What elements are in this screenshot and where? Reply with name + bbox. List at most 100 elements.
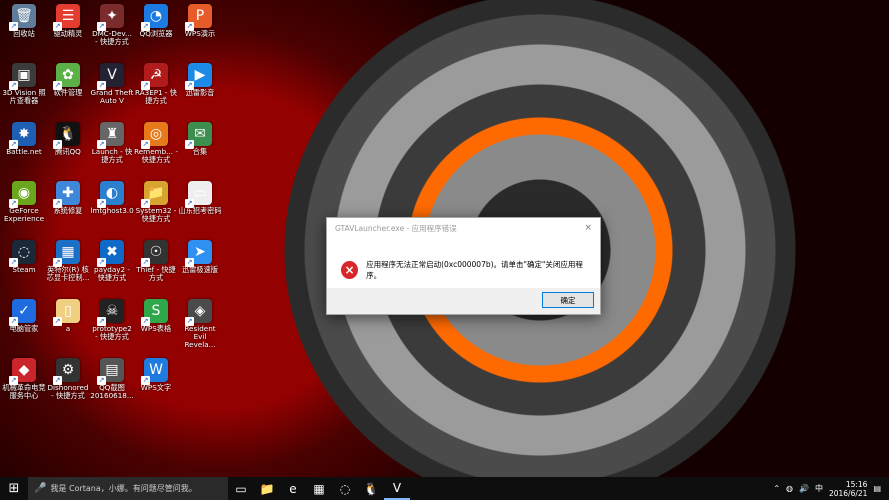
shortcut-arrow-icon: ↗	[97, 376, 106, 385]
app-icon: ◆ ↗	[9, 358, 36, 385]
desktop-icon-label: payday2 - 快捷方式	[94, 265, 130, 282]
app-icon: ⚙ ↗	[53, 358, 80, 385]
app-icon: ◔ ↗	[141, 4, 168, 31]
cortana-search-box[interactable]: 🎤 我是 Cortana，小娜。有问题尽管问我。	[28, 477, 228, 500]
app-icon: ▭ ↗	[185, 181, 212, 208]
desktop-icon[interactable]: ✓ ↗ 电脑管家	[2, 299, 46, 333]
app-icon: ✸ ↗	[9, 122, 36, 149]
edge-browser-icon[interactable]: e	[280, 477, 306, 500]
desktop-icon[interactable]: ▦ ↗ 英特尔(R) 核芯显卡控制...	[46, 240, 90, 282]
network-icon[interactable]: ◍	[786, 484, 793, 493]
desktop-icon-label: 软件管理	[53, 88, 83, 97]
dialog-message: 应用程序无法正常启动(0xc000007b)。请单击"确定"关闭应用程序。	[366, 260, 583, 280]
error-icon: ×	[341, 261, 359, 279]
file-explorer-icon[interactable]: 📁	[254, 477, 280, 500]
tray-chevron-icon[interactable]: ⌃	[773, 484, 780, 493]
shortcut-arrow-icon: ↗	[185, 22, 194, 31]
desktop-icon-label: 驱动精灵	[53, 29, 83, 38]
start-button[interactable]: ⊞	[0, 477, 28, 500]
desktop-icon[interactable]: ◎ ↗ Rememb... - 快捷方式	[134, 122, 178, 164]
desktop-icon[interactable]: ◌ ↗ Steam	[2, 240, 46, 274]
steam-icon[interactable]: ◌	[332, 477, 358, 500]
desktop-icon[interactable]: ☰ ↗ 驱动精灵	[46, 4, 90, 38]
app-icon: V ↗	[97, 63, 124, 90]
app-icon: ☠ ↗	[97, 299, 124, 326]
shortcut-arrow-icon: ↗	[97, 258, 106, 267]
desktop-icon[interactable]: ✖ ↗ payday2 - 快捷方式	[90, 240, 134, 282]
notification-icon[interactable]: ▤	[873, 484, 881, 493]
app-icon: W ↗	[141, 358, 168, 385]
shortcut-arrow-icon: ↗	[9, 81, 18, 90]
desktop-icon-label: 回收站	[13, 29, 35, 38]
app-icon: S ↗	[141, 299, 168, 326]
desktop-icon[interactable]: ✿ ↗ 软件管理	[46, 63, 90, 97]
desktop-icon[interactable]: 📁 ↗ System32 - 快捷方式	[134, 181, 178, 223]
dialog-title: GTAVLauncher.exe - 应用程序错误	[335, 223, 457, 233]
desktop-icon[interactable]: ▣ ↗ 3D Vision 照片查看器	[2, 63, 46, 105]
desktop-icon[interactable]: ⚙ ↗ Dishonored - 快捷方式	[46, 358, 90, 400]
desktop-icon[interactable]: W ↗ WPS文字	[134, 358, 178, 392]
clock[interactable]: 15:16 2016/6/21	[829, 480, 867, 498]
volume-icon[interactable]: 🔊	[799, 484, 809, 493]
gta-icon[interactable]: V	[384, 477, 410, 500]
desktop-icon[interactable]: ◆ ↗ 机械革命电竞服务中心	[2, 358, 46, 400]
app-icon: ✦ ↗	[97, 4, 124, 31]
desktop-icon[interactable]: ▯ ↗ a	[46, 299, 90, 333]
desktop-icon-label: RA3EP1 - 快捷方式	[135, 88, 177, 105]
qq-icon[interactable]: 🐧	[358, 477, 384, 500]
app-icon: ▤ ↗	[97, 358, 124, 385]
app-icon: ✉ ↗	[185, 122, 212, 149]
desktop-icon[interactable]: ✉ ↗ 合集	[178, 122, 222, 156]
desktop-icon[interactable]: ✦ ↗ DMC-Dev... - 快捷方式	[90, 4, 134, 46]
desktop-icon[interactable]: V ↗ Grand Theft Auto V	[90, 63, 134, 105]
desktop-icon[interactable]: P ↗ WPS演示	[178, 4, 222, 38]
app-icon: ✿ ↗	[53, 63, 80, 90]
shortcut-arrow-icon: ↗	[9, 22, 18, 31]
desktop-icon[interactable]: ▶ ↗ 迅雷影音	[178, 63, 222, 97]
app-icon-1[interactable]: ▦	[306, 477, 332, 500]
desktop-icon[interactable]: ➤ ↗ 迅雷极速版	[178, 240, 222, 274]
clock-date: 2016/6/21	[828, 488, 868, 498]
shortcut-arrow-icon: ↗	[97, 81, 106, 90]
shortcut-arrow-icon: ↗	[185, 199, 194, 208]
desktop-icon[interactable]: ◉ ↗ GeForce Experience	[2, 181, 46, 223]
ok-button[interactable]: 确定	[542, 292, 594, 308]
desktop-icon[interactable]: ☭ ↗ RA3EP1 - 快捷方式	[134, 63, 178, 105]
shortcut-arrow-icon: ↗	[141, 140, 150, 149]
desktop-icon-label: WPS文字	[140, 383, 172, 392]
desktop-icon-label: 迅雷影音	[185, 88, 215, 97]
desktop-icon-label: Resident Evil Revela...	[184, 324, 216, 349]
shortcut-arrow-icon: ↗	[53, 22, 62, 31]
app-icon: ▣ ↗	[9, 63, 36, 90]
desktop-icon[interactable]: ☠ ↗ prototype2 - 快捷方式	[90, 299, 134, 341]
desktop-icon[interactable]: ◔ ↗ QQ浏览器	[134, 4, 178, 38]
desktop-icon[interactable]: S ↗ WPS表格	[134, 299, 178, 333]
app-icon: ☰ ↗	[53, 4, 80, 31]
task-view-icon[interactable]: ▭	[228, 477, 254, 500]
close-icon[interactable]: ×	[584, 223, 592, 233]
desktop-icon[interactable]: ✚ ↗ 系统修复	[46, 181, 90, 215]
desktop-icon[interactable]: 🗑 ↗ 回收站	[2, 4, 46, 38]
desktop-icon[interactable]: ▭ ↗ 山东招考密码	[178, 181, 222, 215]
shortcut-arrow-icon: ↗	[185, 258, 194, 267]
desktop-icon[interactable]: ✸ ↗ Battle.net	[2, 122, 46, 156]
shortcut-arrow-icon: ↗	[141, 317, 150, 326]
app-icon: ♜ ↗	[97, 122, 124, 149]
app-icon: ☭ ↗	[141, 63, 168, 90]
desktop-icon-label: Dishonored - 快捷方式	[47, 383, 89, 400]
dialog-titlebar: GTAVLauncher.exe - 应用程序错误 ×	[327, 218, 600, 238]
app-icon: ▦ ↗	[53, 240, 80, 267]
desktop-icon[interactable]: ◈ ↗ Resident Evil Revela...	[178, 299, 222, 349]
dialog-footer: 确定	[327, 288, 600, 314]
shortcut-arrow-icon: ↗	[97, 317, 106, 326]
desktop-icon[interactable]: ☉ ↗ Thief - 快捷方式	[134, 240, 178, 282]
app-icon: ◉ ↗	[9, 181, 36, 208]
desktop-icon-label: DMC-Dev... - 快捷方式	[92, 29, 132, 46]
desktop-icon[interactable]: ♜ ↗ Launch - 快捷方式	[90, 122, 134, 164]
desktop-icon-label: 系统修复	[53, 206, 83, 215]
desktop-icon[interactable]: 🐧 ↗ 腾讯QQ	[46, 122, 90, 156]
shortcut-arrow-icon: ↗	[53, 199, 62, 208]
ime-indicator[interactable]: 中	[815, 483, 823, 494]
desktop-icon[interactable]: ◐ ↗ lmtghost3.0	[90, 181, 134, 215]
desktop-icon[interactable]: ▤ ↗ QQ截图 20160618...	[90, 358, 134, 400]
